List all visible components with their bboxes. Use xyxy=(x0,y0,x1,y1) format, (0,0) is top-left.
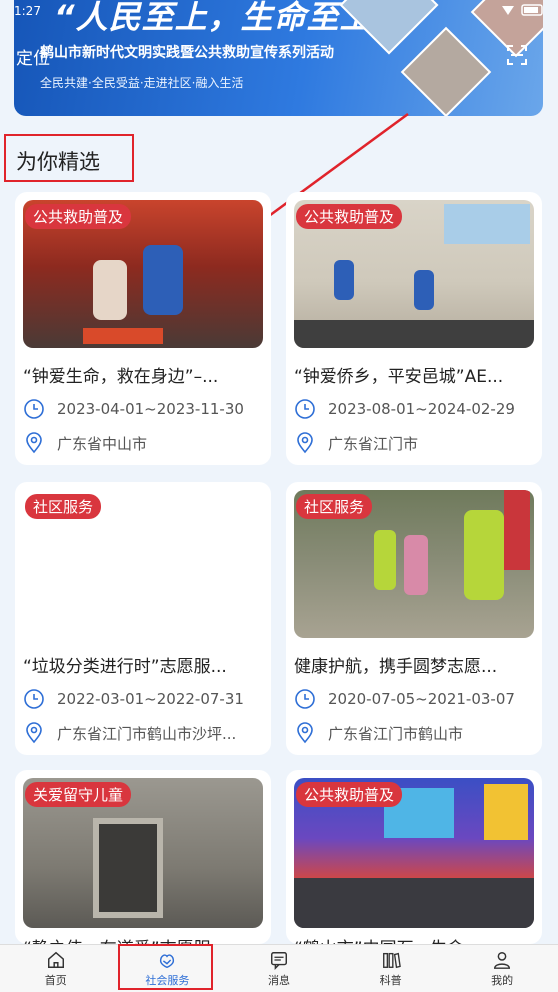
category-badge: 社区服务 xyxy=(296,494,373,519)
location-row: 广东省江门市鹤山市沙坪... xyxy=(23,722,263,744)
location-pin-icon xyxy=(26,432,42,454)
activity-card[interactable]: 公共救助普及 “钟爱生命，救在身边”–... 2023-04-01~2023-1… xyxy=(15,192,271,465)
activity-photo: 社区服务 xyxy=(23,490,263,638)
activity-card[interactable]: 公共救助普及 “鹤山市”中国石...生命... xyxy=(286,770,542,944)
annotation-box-nav xyxy=(118,944,213,990)
activity-card[interactable]: 社区服务 健康护航，携手圆梦志愿... 2020-07-05~2021-03-0… xyxy=(286,482,542,755)
date-row: 2023-04-01~2023-11-30 xyxy=(23,398,263,420)
section-title: 为你精选 xyxy=(16,150,100,174)
location-text: 广东省江门市鹤山市沙坪... xyxy=(57,724,237,743)
profile-icon xyxy=(494,952,511,969)
activity-photo: 公共救助普及 xyxy=(294,200,534,348)
location-text: 广东省江门市鹤山市 xyxy=(328,724,464,743)
nav-label: 消息 xyxy=(267,974,290,987)
activity-card[interactable]: 关爱留守儿童 “静之伟，在道爱”志愿服... xyxy=(15,770,271,944)
nav-item-messages[interactable]: 消息 xyxy=(223,945,335,992)
date-row: 2022-03-01~2022-07-31 xyxy=(23,688,263,710)
home-icon xyxy=(47,951,64,968)
location-pin-icon xyxy=(297,432,313,454)
scan-icon[interactable] xyxy=(506,44,528,66)
date-row: 2020-07-05~2021-03-07 xyxy=(294,688,534,710)
location-label[interactable]: 定位 xyxy=(16,44,50,69)
date-row: 2023-08-01~2024-02-29 xyxy=(294,398,534,420)
message-icon xyxy=(270,952,287,970)
promo-banner[interactable]: “人民至上，生命至上” 鹤山市新时代文明实践暨公共救助宣传系列活动 全民共建·全… xyxy=(14,0,543,116)
date-range: 2020-07-05~2021-03-07 xyxy=(328,690,515,708)
card-title: “鹤山市”中国石...生命... xyxy=(294,934,534,944)
card-title: “钟爱侨乡，平安邑城”AE... xyxy=(294,367,504,387)
activity-photo: 公共救助普及 xyxy=(294,778,534,928)
bottom-nav: 首页 社会服务 消息 科普 我的 xyxy=(0,944,558,992)
banner-subtitle: 鹤山市新时代文明实践暨公共救助宣传系列活动 xyxy=(40,45,334,61)
status-icons xyxy=(502,4,543,16)
location-pin-icon xyxy=(297,722,313,744)
nav-item-profile[interactable]: 我的 xyxy=(446,945,558,992)
banner-photo xyxy=(400,26,492,116)
card-title: “垃圾分类进行时”志愿服... xyxy=(23,657,227,677)
nav-label: 首页 xyxy=(44,974,67,987)
card-title: 健康护航，携手圆梦志愿... xyxy=(294,657,498,677)
status-time: 1:27 xyxy=(14,4,41,18)
location-text: 广东省中山市 xyxy=(57,434,148,453)
category-badge: 公共救助普及 xyxy=(296,204,403,229)
date-range: 2023-04-01~2023-11-30 xyxy=(57,400,244,418)
category-badge: 关爱留守儿童 xyxy=(25,782,132,807)
category-badge: 公共救助普及 xyxy=(25,204,132,229)
clock-icon xyxy=(295,689,315,709)
location-row: 广东省江门市鹤山市 xyxy=(294,722,534,744)
location-row: 广东省江门市 xyxy=(294,432,534,454)
activity-card[interactable]: 公共救助普及 “钟爱侨乡，平安邑城”AE... 2023-08-01~2024-… xyxy=(286,192,542,465)
banner-slogan: 全民共建·全民受益·走进社区·融入生活 xyxy=(40,76,244,90)
activity-photo: 公共救助普及 xyxy=(23,200,263,348)
clock-icon xyxy=(24,399,44,419)
date-range: 2022-03-01~2022-07-31 xyxy=(57,690,244,708)
location-row: 广东省中山市 xyxy=(23,432,263,454)
category-badge: 公共救助普及 xyxy=(296,782,403,807)
science-icon xyxy=(382,952,401,969)
nav-label: 科普 xyxy=(379,974,402,987)
category-badge: 社区服务 xyxy=(25,494,102,519)
activity-photo: 社区服务 xyxy=(294,490,534,638)
location-pin-icon xyxy=(26,722,42,744)
nav-item-science[interactable]: 科普 xyxy=(335,945,447,992)
nav-label: 我的 xyxy=(491,974,514,987)
card-title: “钟爱生命，救在身边”–... xyxy=(23,367,219,387)
clock-icon xyxy=(295,399,315,419)
location-text: 广东省江门市 xyxy=(328,434,419,453)
date-range: 2023-08-01~2024-02-29 xyxy=(328,400,515,418)
activity-card[interactable]: 社区服务 “垃圾分类进行时”志愿服... 2022-03-01~2022-07-… xyxy=(15,482,271,755)
activity-photo: 关爱留守儿童 xyxy=(23,778,263,928)
nav-item-home[interactable]: 首页 xyxy=(0,945,112,992)
clock-icon xyxy=(24,689,44,709)
card-title: “静之伟，在道爱”志愿服... xyxy=(23,934,263,944)
